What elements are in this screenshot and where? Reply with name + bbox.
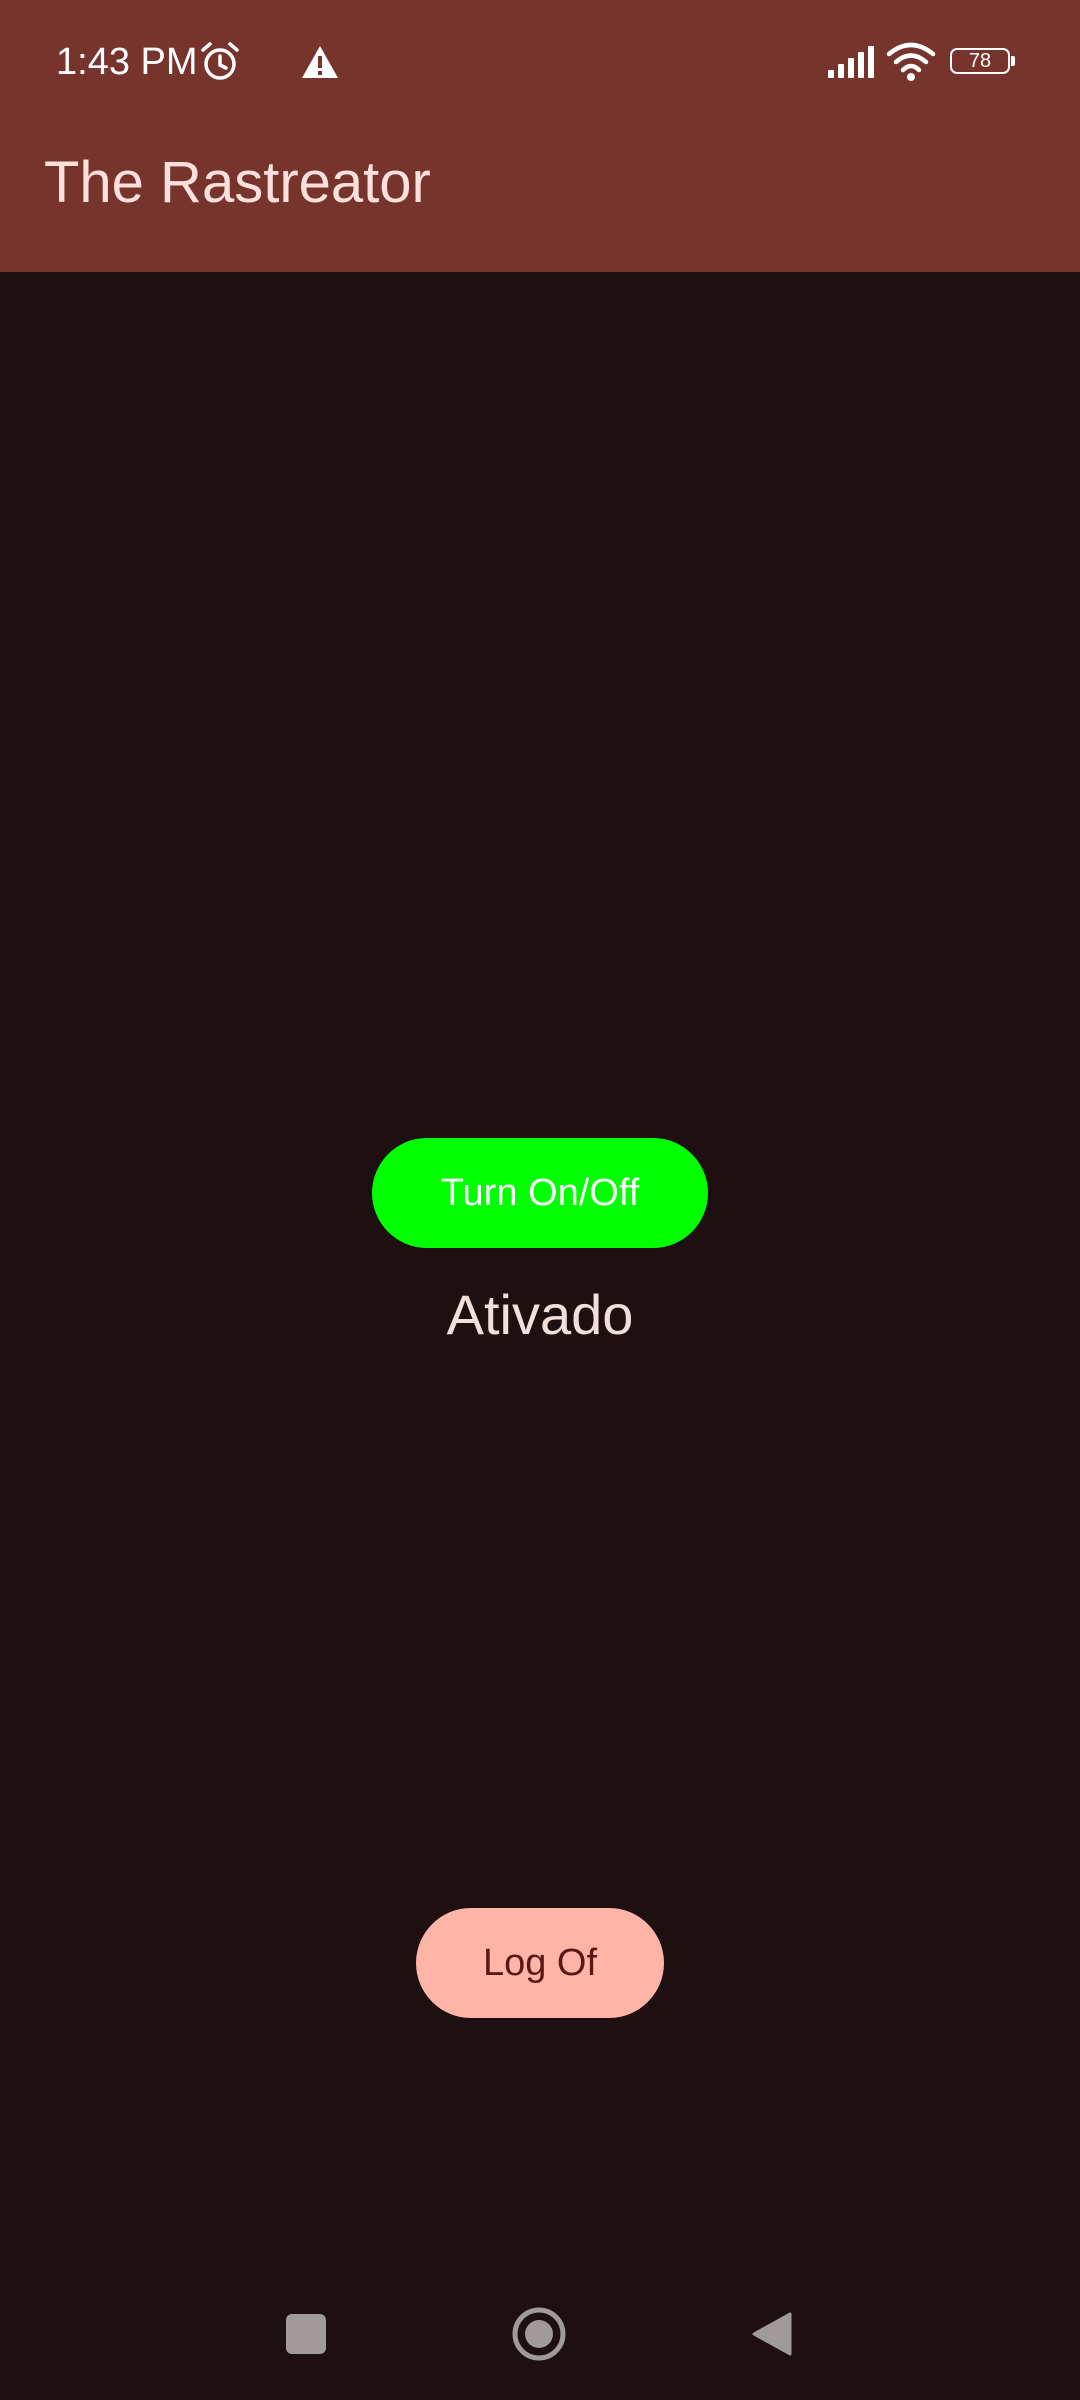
home-icon[interactable] [511,2306,567,2362]
status-label: Ativado [446,1283,634,1346]
battery-icon: 78 [950,48,1015,78]
app-title: The Rastreator [44,150,431,215]
turn-on-off-button[interactable]: Turn On/Off [372,1138,708,1248]
status-time: 1:43 PM [56,41,198,83]
battery-level: 78 [968,50,992,72]
log-off-button[interactable]: Log Of [416,1908,664,2018]
alarm-icon [201,42,239,80]
wifi-icon [886,42,936,81]
warning-icon [302,46,338,78]
signal-icon [828,46,874,78]
back-icon[interactable] [750,2310,794,2358]
navigation-bar [0,2270,1080,2400]
screen: 1:43 PM 78 The Rastreator Turn On/Off At… [0,0,1080,2400]
status-bar: 1:43 PM 78 [0,0,1080,128]
recents-icon[interactable] [286,2314,326,2354]
top-app-bar: 1:43 PM 78 The Rastreator [0,0,1080,272]
